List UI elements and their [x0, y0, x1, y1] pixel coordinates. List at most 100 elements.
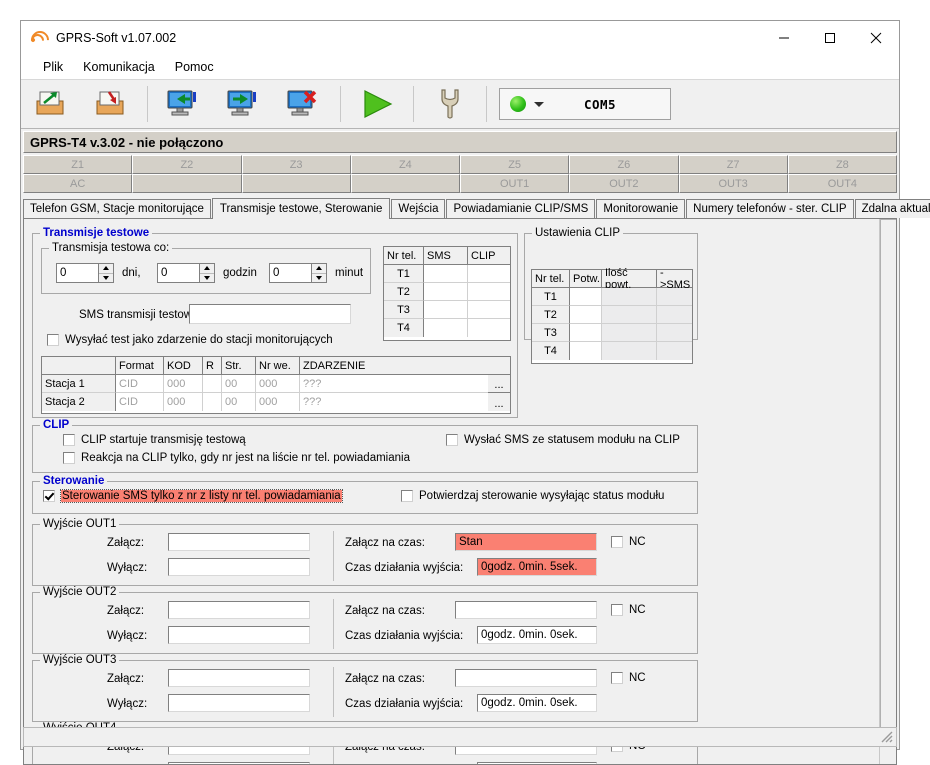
days-spinner[interactable]: 0	[56, 263, 114, 283]
clip-cell-t3-potw[interactable]	[570, 324, 602, 342]
checkbox-box[interactable]	[446, 434, 458, 446]
tab-telefon-gsm[interactable]: Telefon GSM, Stacje monitorujące	[23, 199, 211, 218]
clip-cell-t2-ilosc[interactable]	[602, 306, 657, 324]
out3-on-input[interactable]	[168, 669, 310, 687]
cell-t4-sms[interactable]	[424, 319, 468, 337]
maximize-button[interactable]	[807, 21, 853, 55]
tab-wejscia[interactable]: Wejścia	[391, 199, 445, 218]
save-file-button[interactable]	[81, 82, 141, 126]
cell-s2-nrwe[interactable]: 000	[256, 393, 300, 411]
hours-spin-down[interactable]	[200, 274, 214, 283]
chevron-down-icon[interactable]	[534, 102, 544, 107]
out1-on-for-time-input[interactable]: Stan	[455, 533, 597, 551]
cell-s1-str[interactable]: 00	[222, 375, 256, 393]
browse-button-s2[interactable]: ...	[488, 393, 510, 411]
clip-cell-t4-sms[interactable]	[657, 342, 692, 360]
minutes-spin-up[interactable]	[312, 264, 326, 274]
clip-cell-t4-potw[interactable]	[570, 342, 602, 360]
out3-on-for-time-input[interactable]	[455, 669, 597, 687]
hours-spin-buttons[interactable]	[199, 263, 215, 283]
table-row[interactable]: T4	[532, 342, 692, 360]
com-port-selector[interactable]: COM5	[499, 88, 671, 120]
out1-on-input[interactable]	[168, 533, 310, 551]
cell-s1-event[interactable]: ???	[300, 375, 488, 393]
table-row[interactable]: T3	[532, 324, 692, 342]
minutes-spin-down[interactable]	[312, 274, 326, 283]
tab-monitorowanie[interactable]: Monitorowanie	[596, 199, 685, 218]
cell-t4-clip[interactable]	[468, 319, 510, 337]
open-file-button[interactable]	[21, 82, 81, 126]
out2-on-for-time-input[interactable]	[455, 601, 597, 619]
clip-cell-t1-potw[interactable]	[570, 288, 602, 306]
cell-s2-str[interactable]: 00	[222, 393, 256, 411]
write-to-device-button[interactable]	[214, 82, 274, 126]
cell-t3-clip[interactable]	[468, 301, 510, 319]
tab-transmisje-testowe[interactable]: Transmisje testowe, Sterowanie	[212, 198, 391, 219]
clip-cell-t4-ilosc[interactable]	[602, 342, 657, 360]
cell-s2-format[interactable]: CID	[116, 393, 164, 411]
out1-off-input[interactable]	[168, 558, 310, 576]
out3-off-input[interactable]	[168, 694, 310, 712]
out1-duration-input[interactable]: 0godz. 0min. 5sek.	[477, 558, 597, 576]
checkbox-box[interactable]	[401, 490, 413, 502]
menu-item-plik[interactable]: Plik	[33, 58, 73, 76]
menu-item-pomoc[interactable]: Pomoc	[165, 58, 224, 76]
clip-cell-t1-sms[interactable]	[657, 288, 692, 306]
table-row[interactable]: T4	[384, 319, 510, 337]
out2-duration-input[interactable]: 0godz. 0min. 0sek.	[477, 626, 597, 644]
out3-duration-input[interactable]: 0godz. 0min. 0sek.	[477, 694, 597, 712]
cell-s1-r[interactable]	[203, 375, 222, 393]
sms-control-only-from-list-checkbox[interactable]: Sterowanie SMS tylko z nr z listy nr tel…	[43, 490, 342, 502]
out1-nc-checkbox[interactable]: NC	[611, 536, 646, 548]
checkbox-box[interactable]	[611, 672, 623, 684]
table-row[interactable]: Stacja 2 CID 000 00 000 ??? ...	[42, 393, 510, 411]
minutes-value[interactable]: 0	[269, 263, 311, 283]
resize-grip-icon[interactable]	[880, 730, 893, 743]
tab-powiadamianie[interactable]: Powiadamianie CLIP/SMS	[446, 199, 595, 218]
tab-numery-telefonow[interactable]: Numery telefonów - ster. CLIP	[686, 199, 853, 218]
cell-t1-clip[interactable]	[468, 265, 510, 283]
browse-button-s1[interactable]: ...	[488, 375, 510, 393]
cell-t2-sms[interactable]	[424, 283, 468, 301]
days-spin-up[interactable]	[99, 264, 113, 274]
clip-starts-test-checkbox[interactable]: CLIP startuje transmisję testową	[63, 434, 246, 446]
hours-spin-up[interactable]	[200, 264, 214, 274]
cell-s1-kod[interactable]: 000	[164, 375, 203, 393]
checkbox-box[interactable]	[43, 490, 55, 502]
close-button[interactable]	[853, 21, 899, 55]
confirm-control-checkbox[interactable]: Potwierdzaj sterowanie wysyłając status …	[401, 490, 664, 502]
table-row[interactable]: T3	[384, 301, 510, 319]
days-spin-down[interactable]	[99, 274, 113, 283]
cell-s2-event[interactable]: ???	[300, 393, 488, 411]
checkbox-box[interactable]	[611, 604, 623, 616]
tab-zdalna-aktualizacja[interactable]: Zdalna aktualizacja	[855, 199, 930, 218]
abort-button[interactable]	[274, 82, 334, 126]
out2-off-input[interactable]	[168, 626, 310, 644]
minutes-spinner[interactable]: 0	[269, 263, 327, 283]
out2-nc-checkbox[interactable]: NC	[611, 604, 646, 616]
table-row[interactable]: T1	[532, 288, 692, 306]
table-row[interactable]: T2	[384, 283, 510, 301]
cell-t3-sms[interactable]	[424, 301, 468, 319]
checkbox-box[interactable]	[63, 434, 75, 446]
checkbox-box[interactable]	[63, 452, 75, 464]
cell-s1-nrwe[interactable]: 000	[256, 375, 300, 393]
scrollbar-thumb[interactable]	[880, 219, 897, 741]
out2-on-input[interactable]	[168, 601, 310, 619]
clip-only-from-list-checkbox[interactable]: Reakcja na CLIP tylko, gdy nr jest na li…	[63, 452, 410, 464]
days-spin-buttons[interactable]	[98, 263, 114, 283]
cell-s2-kod[interactable]: 000	[164, 393, 203, 411]
cell-s2-r[interactable]	[203, 393, 222, 411]
table-row[interactable]: Stacja 1 CID 000 00 000 ??? ...	[42, 375, 510, 393]
table-row[interactable]: T2	[532, 306, 692, 324]
days-value[interactable]: 0	[56, 263, 98, 283]
out3-nc-checkbox[interactable]: NC	[611, 672, 646, 684]
clip-cell-t2-sms[interactable]	[657, 306, 692, 324]
cell-s1-format[interactable]: CID	[116, 375, 164, 393]
clip-cell-t2-potw[interactable]	[570, 306, 602, 324]
vertical-scrollbar[interactable]	[879, 219, 896, 764]
hours-spinner[interactable]: 0	[157, 263, 215, 283]
menu-item-komunikacja[interactable]: Komunikacja	[73, 58, 165, 76]
send-status-sms-on-clip-checkbox[interactable]: Wysłać SMS ze statusem modułu na CLIP	[446, 434, 680, 446]
table-row[interactable]: T1	[384, 265, 510, 283]
